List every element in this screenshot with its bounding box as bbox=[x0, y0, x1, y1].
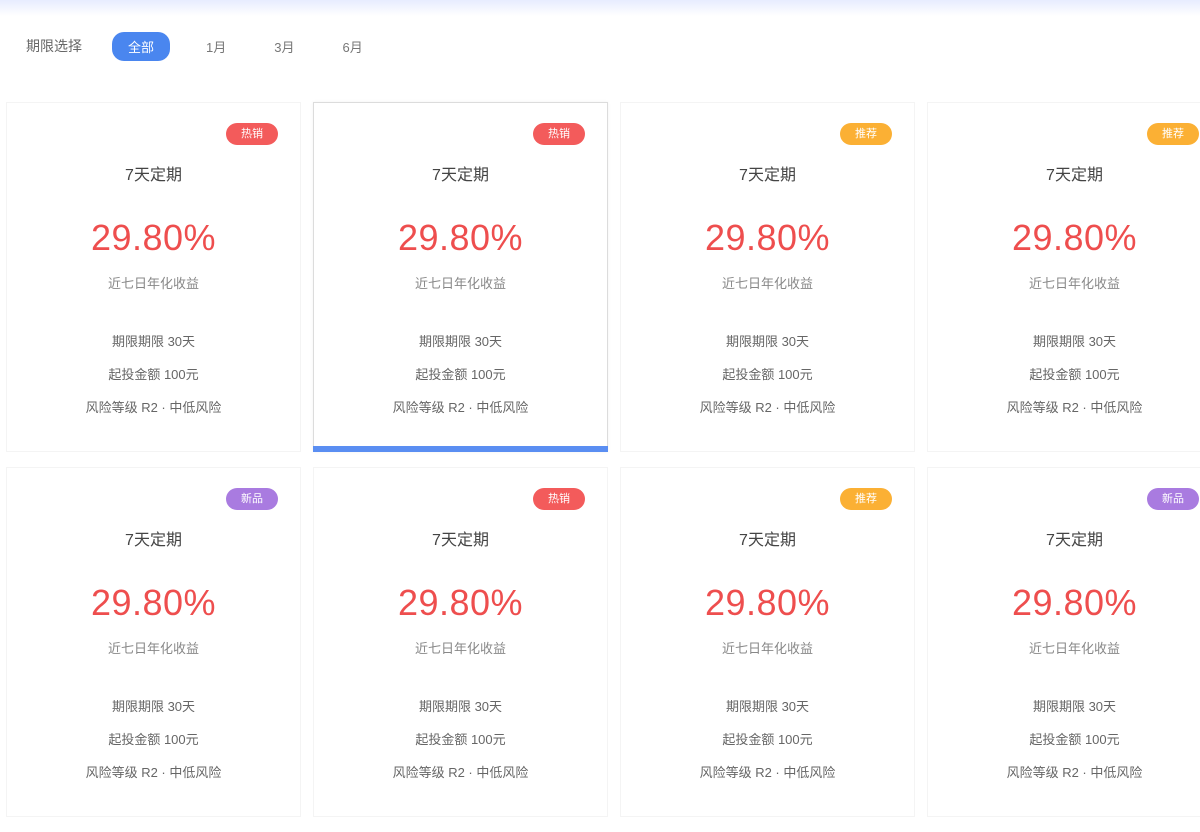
product-min-amount: 起投金额 100元 bbox=[108, 732, 199, 747]
product-badge: 推荐 bbox=[840, 488, 892, 510]
filter-label: 期限选择 bbox=[26, 38, 82, 54]
filter-tab-6m[interactable]: 6月 bbox=[330, 32, 374, 61]
product-badge: 推荐 bbox=[840, 123, 892, 145]
product-term: 期限期限 30天 bbox=[418, 699, 503, 714]
product-card[interactable]: 推荐 7天定期 29.80% 近七日年化收益 期限期限 30天 起投金额 100… bbox=[620, 102, 915, 452]
product-risk-level: 风险等级 R2 · 中低风险 bbox=[699, 400, 836, 415]
product-title: 7天定期 bbox=[1046, 532, 1103, 549]
product-card[interactable]: 热销 7天定期 29.80% 近七日年化收益 期限期限 30天 起投金额 100… bbox=[6, 102, 301, 452]
product-min-amount: 起投金额 100元 bbox=[722, 367, 813, 382]
product-risk-level: 风险等级 R2 · 中低风险 bbox=[85, 765, 222, 780]
product-badge: 热销 bbox=[533, 123, 585, 145]
product-rate: 29.80% bbox=[397, 217, 524, 258]
product-risk-level: 风险等级 R2 · 中低风险 bbox=[699, 765, 836, 780]
product-min-amount: 起投金额 100元 bbox=[1029, 732, 1120, 747]
product-risk-level: 风险等级 R2 · 中低风险 bbox=[1006, 400, 1143, 415]
filter-tab-all[interactable]: 全部 bbox=[112, 31, 170, 61]
product-term: 期限期限 30天 bbox=[1032, 334, 1117, 349]
filter-tab-3m[interactable]: 3月 bbox=[262, 32, 306, 61]
product-risk-level: 风险等级 R2 · 中低风险 bbox=[85, 400, 222, 415]
product-rate: 29.80% bbox=[1011, 582, 1138, 623]
product-grid: 热销 7天定期 29.80% 近七日年化收益 期限期限 30天 起投金额 100… bbox=[0, 102, 1200, 832]
product-rate: 29.80% bbox=[90, 582, 217, 623]
product-card[interactable]: 新品 7天定期 29.80% 近七日年化收益 期限期限 30天 起投金额 100… bbox=[927, 467, 1200, 817]
product-rate: 29.80% bbox=[90, 217, 217, 258]
filter-bar: 期限选择 全部 1月 3月 6月 bbox=[26, 31, 375, 61]
product-rate: 29.80% bbox=[704, 217, 831, 258]
product-card-selected[interactable]: 热销 7天定期 29.80% 近七日年化收益 期限期限 30天 起投金额 100… bbox=[313, 102, 608, 452]
product-term: 期限期限 30天 bbox=[725, 699, 810, 714]
product-card[interactable]: 推荐 7天定期 29.80% 近七日年化收益 期限期限 30天 起投金额 100… bbox=[620, 467, 915, 817]
product-title: 7天定期 bbox=[739, 532, 796, 549]
product-card[interactable]: 推荐 7天定期 29.80% 近七日年化收益 期限期限 30天 起投金额 100… bbox=[927, 102, 1200, 452]
product-term: 期限期限 30天 bbox=[418, 334, 503, 349]
product-rate: 29.80% bbox=[704, 582, 831, 623]
product-rate-label: 近七日年化收益 bbox=[107, 276, 199, 291]
product-title: 7天定期 bbox=[125, 167, 182, 184]
product-rate-label: 近七日年化收益 bbox=[721, 276, 813, 291]
product-rate-label: 近七日年化收益 bbox=[721, 641, 813, 656]
product-badge: 热销 bbox=[226, 123, 278, 145]
product-term: 期限期限 30天 bbox=[111, 699, 196, 714]
product-term: 期限期限 30天 bbox=[111, 334, 196, 349]
product-rate: 29.80% bbox=[397, 582, 524, 623]
product-rate: 29.80% bbox=[1011, 217, 1138, 258]
product-min-amount: 起投金额 100元 bbox=[108, 367, 199, 382]
product-card[interactable]: 热销 7天定期 29.80% 近七日年化收益 期限期限 30天 起投金额 100… bbox=[313, 467, 608, 817]
product-card[interactable]: 新品 7天定期 29.80% 近七日年化收益 期限期限 30天 起投金额 100… bbox=[6, 467, 301, 817]
product-term: 期限期限 30天 bbox=[725, 334, 810, 349]
product-min-amount: 起投金额 100元 bbox=[415, 732, 506, 747]
product-title: 7天定期 bbox=[125, 532, 182, 549]
product-title: 7天定期 bbox=[432, 167, 489, 184]
product-rate-label: 近七日年化收益 bbox=[414, 641, 506, 656]
product-badge: 推荐 bbox=[1147, 123, 1199, 145]
filter-tab-1m[interactable]: 1月 bbox=[194, 32, 238, 61]
product-badge: 新品 bbox=[1147, 488, 1199, 510]
product-risk-level: 风险等级 R2 · 中低风险 bbox=[392, 400, 529, 415]
product-term: 期限期限 30天 bbox=[1032, 699, 1117, 714]
product-min-amount: 起投金额 100元 bbox=[1029, 367, 1120, 382]
product-title: 7天定期 bbox=[432, 532, 489, 549]
product-title: 7天定期 bbox=[1046, 167, 1103, 184]
product-title: 7天定期 bbox=[739, 167, 796, 184]
product-rate-label: 近七日年化收益 bbox=[1028, 641, 1120, 656]
top-border bbox=[0, 0, 1200, 16]
product-rate-label: 近七日年化收益 bbox=[414, 276, 506, 291]
product-rate-label: 近七日年化收益 bbox=[1028, 276, 1120, 291]
product-badge: 热销 bbox=[533, 488, 585, 510]
product-rate-label: 近七日年化收益 bbox=[107, 641, 199, 656]
product-badge: 新品 bbox=[226, 488, 278, 510]
product-risk-level: 风险等级 R2 · 中低风险 bbox=[1006, 765, 1143, 780]
product-min-amount: 起投金额 100元 bbox=[722, 732, 813, 747]
product-risk-level: 风险等级 R2 · 中低风险 bbox=[392, 765, 529, 780]
product-min-amount: 起投金额 100元 bbox=[415, 367, 506, 382]
